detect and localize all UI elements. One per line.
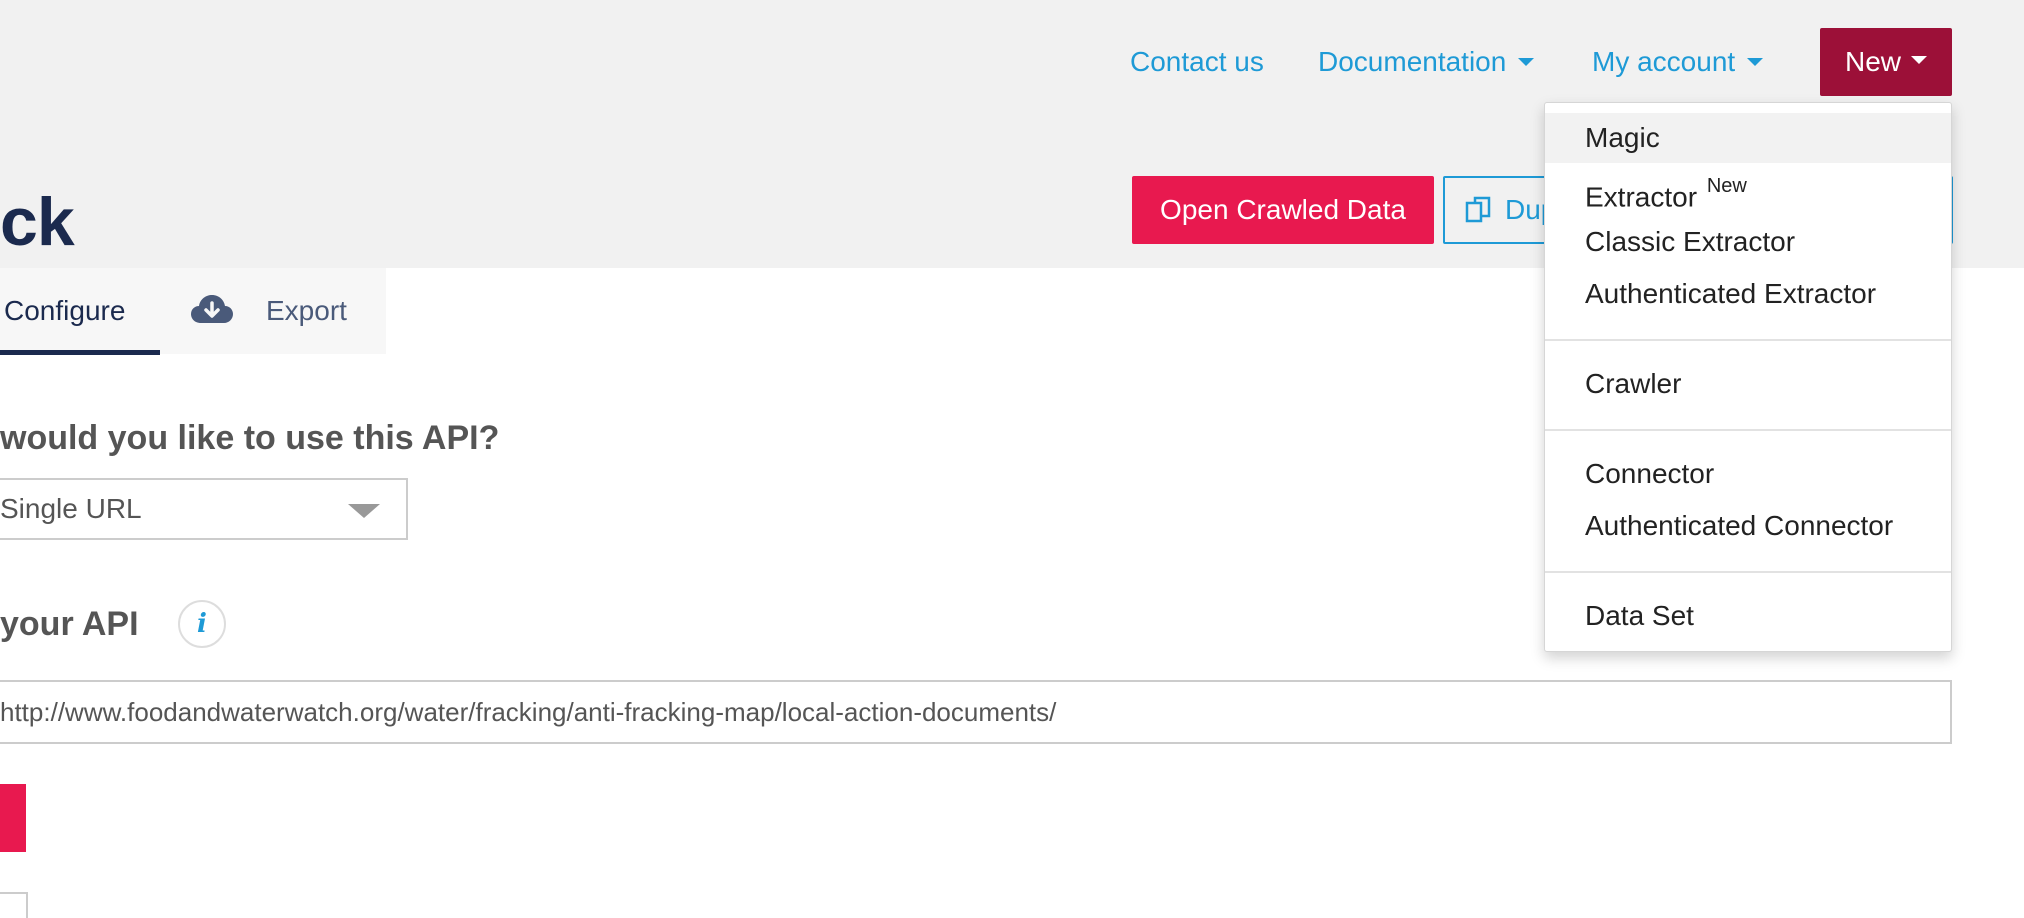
tab-configure[interactable]: Configure	[0, 268, 160, 354]
menu-item-extractor[interactable]: Extractor New	[1545, 165, 1951, 215]
documentation-menu[interactable]: Documentation	[1318, 44, 1535, 80]
menu-item-connector[interactable]: Connector	[1545, 449, 1951, 499]
documentation-label: Documentation	[1318, 46, 1507, 77]
menu-divider	[1545, 429, 1951, 431]
api-url-input[interactable]: http://www.foodandwaterwatch.org/water/f…	[0, 680, 1952, 744]
tab-export-label: Export	[266, 295, 347, 326]
api-url-label: your API	[0, 605, 139, 643]
menu-item-label: Crawler	[1585, 368, 1682, 399]
checkbox[interactable]	[0, 892, 28, 918]
menu-item-label: Connector	[1585, 458, 1715, 489]
open-crawled-data-label: Open Crawled Data	[1160, 194, 1406, 225]
my-account-menu[interactable]: My account	[1592, 44, 1764, 80]
menu-item-label: Authenticated Extractor	[1585, 278, 1877, 309]
menu-item-label: Extractor	[1585, 181, 1698, 213]
usage-question-label: would you like to use this API?	[0, 419, 500, 457]
new-dropdown-menu: Magic Extractor New Classic Extractor Au…	[1544, 102, 1952, 652]
open-crawled-data-button[interactable]: Open Crawled Data	[1132, 176, 1434, 244]
menu-item-label: Data Set	[1585, 600, 1694, 631]
menu-item-authenticated-extractor[interactable]: Authenticated Extractor	[1545, 269, 1951, 319]
info-icon[interactable]: i	[178, 600, 226, 648]
usage-select[interactable]: Single URL	[0, 478, 408, 540]
menu-item-data-set[interactable]: Data Set	[1545, 591, 1951, 641]
chevron-down-icon	[1518, 57, 1535, 66]
page-title: ck	[0, 184, 75, 260]
chevron-down-icon	[1911, 56, 1927, 64]
copy-icon	[1465, 196, 1491, 223]
contact-us-label: Contact us	[1130, 46, 1264, 77]
menu-item-authenticated-connector[interactable]: Authenticated Connector	[1545, 501, 1951, 551]
new-button-label: New	[1844, 46, 1901, 77]
submit-button[interactable]	[0, 784, 26, 852]
menu-divider	[1545, 571, 1951, 573]
tab-export[interactable]: Export	[190, 268, 347, 354]
menu-item-label: Classic Extractor	[1585, 226, 1796, 257]
menu-item-crawler[interactable]: Crawler	[1545, 359, 1951, 409]
tab-configure-label: Configure	[4, 295, 126, 326]
new-badge: New	[1706, 175, 1747, 197]
cloud-download-icon	[191, 295, 233, 323]
new-button[interactable]: New	[1820, 28, 1952, 96]
menu-divider	[1545, 339, 1951, 341]
chevron-down-icon	[348, 504, 380, 518]
menu-item-magic[interactable]: Magic	[1545, 113, 1951, 163]
usage-select-value: Single URL	[0, 493, 142, 524]
menu-item-label: Magic	[1585, 122, 1660, 153]
active-tab-indicator	[0, 350, 160, 355]
chevron-down-icon	[1747, 57, 1764, 66]
my-account-label: My account	[1592, 46, 1736, 77]
info-glyph: i	[197, 609, 207, 639]
menu-item-classic-extractor[interactable]: Classic Extractor	[1545, 217, 1951, 267]
contact-us-link[interactable]: Contact us	[1130, 44, 1264, 80]
menu-item-label: Authenticated Connector	[1585, 510, 1894, 541]
